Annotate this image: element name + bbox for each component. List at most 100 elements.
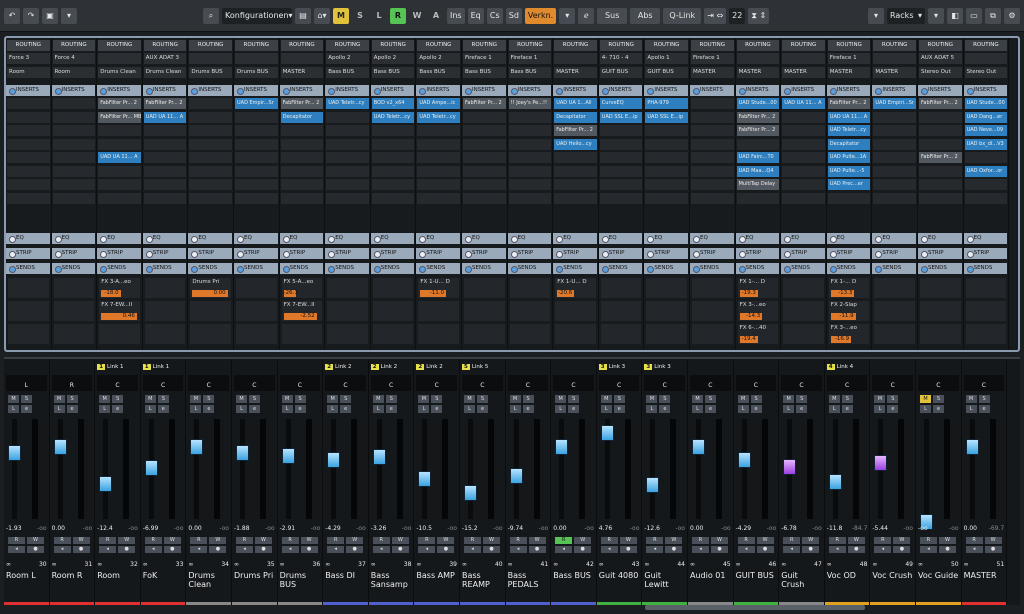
send-slot[interactable] bbox=[783, 278, 824, 298]
insert-plugin[interactable]: FabFilter Pr... 2 bbox=[554, 125, 597, 136]
solo-button[interactable]: S bbox=[887, 395, 899, 403]
record-enable-button[interactable]: ● bbox=[437, 546, 455, 553]
write-automation-button[interactable]: W bbox=[574, 537, 592, 544]
send-slot[interactable] bbox=[874, 278, 915, 298]
insert-slot[interactable] bbox=[599, 165, 643, 177]
mute-button[interactable]: M bbox=[190, 395, 202, 403]
send-slot[interactable] bbox=[53, 324, 95, 344]
strip-header[interactable]: STRIP bbox=[826, 248, 871, 259]
eq-header[interactable]: EQ bbox=[416, 233, 460, 244]
write-automation-button[interactable]: W bbox=[27, 537, 44, 544]
routing-input[interactable]: Apollo 2 bbox=[326, 53, 369, 64]
insert-slot[interactable] bbox=[508, 165, 552, 177]
read-automation-button[interactable]: R bbox=[464, 537, 481, 544]
insert-slot[interactable] bbox=[964, 192, 1008, 204]
volume-value[interactable]: -2.91 bbox=[280, 525, 296, 532]
send-slot[interactable]: FX 1-U... D -20.6 bbox=[555, 278, 596, 298]
insert-plugin[interactable]: UAD Oxfor...or bbox=[964, 165, 1008, 177]
edit-channel-button[interactable]: e bbox=[477, 405, 488, 413]
routing-input[interactable]: 4- 710 - 4 bbox=[599, 53, 643, 64]
send-slot[interactable] bbox=[920, 278, 961, 298]
insert-slot[interactable] bbox=[52, 111, 96, 123]
insert-slot[interactable] bbox=[919, 179, 962, 190]
pan-control[interactable]: R bbox=[51, 375, 93, 391]
inserts-header[interactable]: INSERTS bbox=[963, 85, 1008, 96]
monitor-button[interactable]: ◂ bbox=[236, 546, 253, 553]
settings-gear-icon[interactable]: ⚙ bbox=[1004, 7, 1020, 24]
send-slot[interactable] bbox=[327, 278, 368, 298]
channel-name[interactable]: Guit Crush bbox=[781, 571, 823, 593]
insert-slot[interactable] bbox=[554, 179, 597, 190]
record-enable-button[interactable]: ● bbox=[72, 546, 90, 553]
insert-slot[interactable] bbox=[280, 138, 324, 150]
listen-button[interactable]: L bbox=[327, 405, 339, 413]
volume-fader[interactable] bbox=[600, 424, 614, 441]
monitor-button[interactable]: ◂ bbox=[646, 546, 664, 553]
routing-output[interactable]: Stereo Out bbox=[919, 67, 962, 78]
insert-slot[interactable] bbox=[508, 192, 552, 204]
send-slot[interactable] bbox=[372, 278, 414, 298]
record-enable-button[interactable]: ● bbox=[984, 546, 1002, 553]
read-automation-button[interactable]: R bbox=[8, 537, 25, 544]
strip-header[interactable]: STRIP bbox=[462, 248, 506, 259]
insert-slot[interactable] bbox=[371, 165, 415, 177]
volume-value[interactable]: -oo bbox=[918, 525, 928, 532]
edit-channel-button[interactable]: e bbox=[933, 405, 944, 413]
send-level[interactable]: -26.1 bbox=[283, 290, 298, 297]
channel-name[interactable]: Bass DI bbox=[325, 571, 367, 593]
channel-name[interactable]: FoK bbox=[143, 571, 185, 593]
configurations-select[interactable]: Konfigurationen ▾ bbox=[222, 7, 293, 24]
insert-slot[interactable] bbox=[782, 138, 825, 150]
record-enable-button[interactable]: ● bbox=[665, 546, 683, 553]
send-slot[interactable] bbox=[236, 301, 277, 321]
link-settings-icon[interactable]: ℯ bbox=[578, 7, 595, 24]
insert-slot[interactable] bbox=[143, 138, 187, 150]
record-enable-button[interactable]: ● bbox=[483, 546, 500, 553]
volume-value[interactable]: -4.29 bbox=[325, 525, 341, 532]
write-automation-button[interactable]: W bbox=[528, 537, 546, 544]
inserts-header[interactable]: INSERTS bbox=[234, 85, 278, 96]
routing-output[interactable]: MASTER bbox=[554, 67, 597, 78]
strip-header[interactable]: STRIP bbox=[97, 248, 141, 259]
channel-name[interactable]: Audio 01 bbox=[690, 571, 732, 593]
insert-slot[interactable] bbox=[782, 165, 825, 177]
insert-plugin[interactable]: FabFilter Pr... 2 bbox=[280, 98, 324, 109]
insert-slot[interactable] bbox=[417, 192, 460, 204]
solo-button[interactable]: S bbox=[659, 395, 671, 403]
insert-slot[interactable] bbox=[463, 165, 506, 177]
routing-output[interactable]: Drums Clean bbox=[143, 67, 187, 78]
insert-slot[interactable] bbox=[508, 111, 552, 123]
insert-slot[interactable] bbox=[691, 125, 734, 136]
monitor-button[interactable]: ◂ bbox=[555, 546, 573, 553]
inserts-header[interactable]: INSERTS bbox=[781, 85, 825, 96]
pan-control[interactable]: C bbox=[963, 375, 1005, 391]
send-level[interactable]: -11.9 bbox=[830, 313, 856, 320]
edit-channel-button[interactable]: e bbox=[66, 405, 78, 413]
listen-button[interactable]: L bbox=[190, 405, 202, 413]
edit-channel-button[interactable]: e bbox=[522, 405, 534, 413]
send-slot[interactable] bbox=[327, 301, 368, 321]
strip-header[interactable]: STRIP bbox=[644, 248, 688, 259]
volume-fader[interactable] bbox=[281, 447, 295, 464]
pan-control[interactable]: C bbox=[598, 375, 640, 391]
insert-plugin[interactable]: UAD Teletr...cy bbox=[417, 111, 460, 123]
send-slot[interactable] bbox=[464, 301, 505, 321]
eq-header[interactable]: EQ bbox=[51, 233, 96, 244]
monitor-button[interactable]: ◂ bbox=[418, 546, 436, 553]
insert-plugin[interactable]: Decapitator bbox=[280, 111, 324, 123]
insert-plugin[interactable]: UAD Pulte...1A bbox=[827, 152, 871, 163]
volume-fader[interactable] bbox=[555, 439, 569, 455]
record-enable-button[interactable]: ● bbox=[802, 546, 820, 553]
routing-output[interactable]: Room bbox=[52, 67, 96, 78]
volume-fader[interactable] bbox=[965, 439, 979, 455]
edit-channel-button[interactable]: e bbox=[978, 405, 990, 413]
insert-slot[interactable] bbox=[508, 179, 552, 190]
record-enable-button[interactable]: ● bbox=[391, 546, 409, 553]
sends-header[interactable]: SENDS bbox=[462, 263, 506, 274]
volume-value[interactable]: 0.00 bbox=[553, 525, 566, 532]
volume-fader[interactable] bbox=[236, 444, 249, 461]
insert-slot[interactable] bbox=[417, 179, 460, 190]
listen-button[interactable]: L bbox=[692, 405, 703, 413]
write-automation-button[interactable]: W bbox=[893, 537, 911, 544]
insert-slot[interactable] bbox=[326, 152, 369, 163]
